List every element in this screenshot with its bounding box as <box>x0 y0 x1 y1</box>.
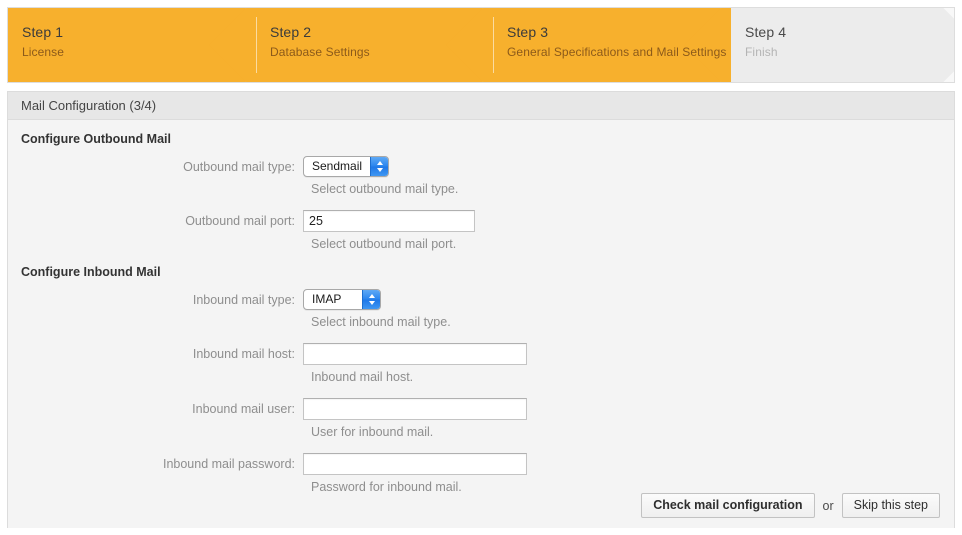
inbound-mail-user-help: User for inbound mail. <box>311 425 954 439</box>
inbound-mail-user-control <box>303 398 527 420</box>
outbound-mail-port-row: Outbound mail port: <box>8 210 954 232</box>
inbound-mail-host-input[interactable] <box>303 343 527 365</box>
step-1-text: Step 1 License <box>8 8 256 61</box>
outbound-mail-port-label: Outbound mail port: <box>8 210 303 228</box>
wizard-step-2[interactable]: Step 2 Database Settings <box>256 8 493 82</box>
chevron-updown-icon[interactable] <box>362 290 380 309</box>
wizard-step-3[interactable]: Step 3 General Specifications and Mail S… <box>493 8 731 82</box>
mail-configuration-panel: Mail Configuration (3/4) Configure Outbo… <box>7 91 955 528</box>
outbound-section-heading: Configure Outbound Mail <box>8 132 954 146</box>
step-4-number: Step 4 <box>745 24 954 41</box>
inbound-mail-user-label: Inbound mail user: <box>8 398 303 416</box>
outbound-mail-type-value: Sendmail <box>304 157 370 176</box>
step-2-number: Step 2 <box>270 24 493 41</box>
outbound-mail-type-label: Outbound mail type: <box>8 156 303 174</box>
inbound-mail-type-select[interactable]: IMAP <box>303 289 381 310</box>
wizard-step-1[interactable]: Step 1 License <box>8 8 256 82</box>
step-3-number: Step 3 <box>507 24 731 41</box>
inbound-section-heading: Configure Inbound Mail <box>8 265 954 279</box>
inbound-mail-type-label: Inbound mail type: <box>8 289 303 307</box>
panel-footer: Check mail configuration or Skip this st… <box>8 483 954 528</box>
or-separator-label: or <box>823 499 834 513</box>
inbound-mail-host-label: Inbound mail host: <box>8 343 303 361</box>
inbound-mail-password-control <box>303 453 527 475</box>
outbound-mail-type-help: Select outbound mail type. <box>311 182 954 196</box>
outbound-mail-type-select[interactable]: Sendmail <box>303 156 389 177</box>
inbound-mail-user-row: Inbound mail user: <box>8 398 954 420</box>
inbound-mail-host-row: Inbound mail host: <box>8 343 954 365</box>
step-1-label: License <box>22 44 256 61</box>
step-3-label: General Specifications and Mail Settings <box>507 44 731 61</box>
inbound-mail-type-value: IMAP <box>304 290 362 309</box>
outbound-mail-port-control <box>303 210 475 232</box>
outbound-mail-type-control: Sendmail <box>303 156 389 177</box>
step-4-label: Finish <box>745 44 954 61</box>
skip-this-step-button[interactable]: Skip this step <box>842 493 940 518</box>
outbound-mail-type-row: Outbound mail type: Sendmail <box>8 156 954 177</box>
inbound-mail-type-row: Inbound mail type: IMAP <box>8 289 954 310</box>
installer-page: Step 1 License Step 2 Database Settings … <box>0 0 962 535</box>
step-1-number: Step 1 <box>22 24 256 41</box>
inbound-mail-host-help: Inbound mail host. <box>311 370 954 384</box>
step-2-label: Database Settings <box>270 44 493 61</box>
step-2-text: Step 2 Database Settings <box>256 8 493 61</box>
inbound-mail-type-help: Select inbound mail type. <box>311 315 954 329</box>
step-3-text: Step 3 General Specifications and Mail S… <box>493 8 731 61</box>
chevron-updown-icon[interactable] <box>370 157 388 176</box>
outbound-mail-port-input[interactable] <box>303 210 475 232</box>
panel-body: Configure Outbound Mail Outbound mail ty… <box>8 120 954 528</box>
step-wizard: Step 1 License Step 2 Database Settings … <box>7 7 955 83</box>
inbound-mail-type-control: IMAP <box>303 289 381 310</box>
inbound-mail-password-row: Inbound mail password: <box>8 453 954 475</box>
inbound-mail-host-control <box>303 343 527 365</box>
inbound-mail-password-label: Inbound mail password: <box>8 453 303 471</box>
step-4-text: Step 4 Finish <box>731 8 954 61</box>
wizard-step-4[interactable]: Step 4 Finish <box>731 8 954 82</box>
inbound-mail-user-input[interactable] <box>303 398 527 420</box>
check-mail-configuration-button[interactable]: Check mail configuration <box>641 493 814 518</box>
panel-title: Mail Configuration (3/4) <box>8 92 954 120</box>
inbound-mail-password-input[interactable] <box>303 453 527 475</box>
outbound-mail-port-help: Select outbound mail port. <box>311 237 954 251</box>
